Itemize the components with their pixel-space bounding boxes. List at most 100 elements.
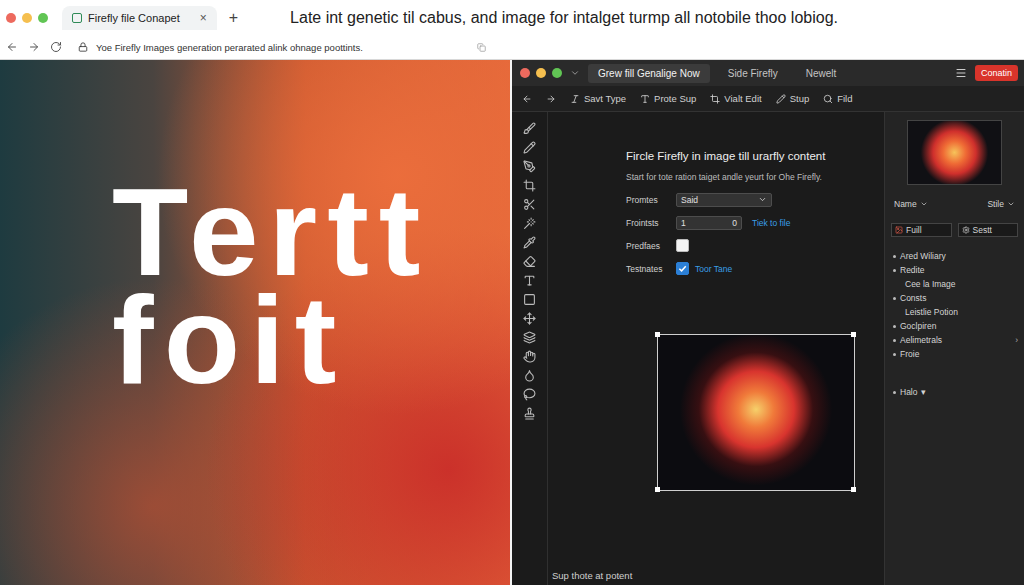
checkbox[interactable] <box>676 262 689 275</box>
page: Firefly file Conapet×+Late int genetic t… <box>0 0 1024 585</box>
new-tab-button[interactable]: + <box>225 9 242 27</box>
menu-icon[interactable] <box>955 67 967 79</box>
zoom-dot[interactable] <box>38 13 48 23</box>
app-tab[interactable]: Side Firefly <box>718 64 788 83</box>
pipette-icon[interactable] <box>523 236 536 249</box>
image-icon <box>895 226 903 234</box>
search-icon <box>823 94 833 104</box>
tool-column <box>512 112 548 585</box>
toolbar-label: Savt Type <box>584 93 626 104</box>
action-button[interactable]: Conatin <box>975 65 1018 81</box>
app-body: Fircle Firefly in image till urarfly con… <box>512 112 1024 585</box>
mini-select[interactable]: Name <box>891 197 931 211</box>
lock-icon <box>78 42 88 52</box>
toolbar-label: Prote Sup <box>654 93 696 104</box>
hand-icon[interactable] <box>523 350 536 363</box>
back-icon[interactable] <box>6 41 18 53</box>
droplet-icon[interactable] <box>523 369 536 382</box>
toolbar-item[interactable]: Prote Sup <box>640 93 696 104</box>
forward-icon[interactable] <box>28 41 40 53</box>
tab-row: Firefly file Conapet×+Late int genetic t… <box>0 0 1024 35</box>
number-field[interactable]: 10 <box>676 216 742 230</box>
square-icon[interactable] <box>523 293 536 306</box>
tree-label: Consts <box>900 293 926 303</box>
minimize-dot[interactable] <box>22 13 32 23</box>
close-dot[interactable] <box>6 13 16 23</box>
app-tab[interactable]: Grew fill Genalige Now <box>588 64 710 83</box>
tree-item[interactable]: Froie <box>891 349 1018 359</box>
tree-suffix: › <box>1015 335 1018 345</box>
mini-input[interactable]: Fuill <box>891 223 952 237</box>
mini-input[interactable]: Sestt <box>958 223 1019 237</box>
layers-icon[interactable] <box>523 331 536 344</box>
app-minimize-dot[interactable] <box>536 68 546 78</box>
reload-icon[interactable] <box>50 41 62 53</box>
panel-subtitle: Start for tote ration taiget andle yeurt… <box>626 172 884 182</box>
toolbar-item[interactable]: Savt Type <box>570 93 626 104</box>
file-link[interactable]: Tiek to file <box>752 218 790 228</box>
toolbar-label: Vialt Edit <box>724 93 761 104</box>
resize-handle[interactable] <box>655 487 660 492</box>
footer-text: Sup thote at potent <box>548 570 884 585</box>
wand-icon[interactable] <box>523 217 536 230</box>
tree-item[interactable]: Consts <box>891 293 1018 303</box>
bullet-icon <box>893 391 896 394</box>
select-field[interactable]: Said <box>676 193 772 207</box>
center-panel: Fircle Firefly in image till urarfly con… <box>548 112 884 585</box>
tree-item[interactable]: Leistlie Potion <box>891 307 1018 317</box>
favicon-icon <box>72 13 82 23</box>
resize-handle[interactable] <box>851 332 856 337</box>
move-icon[interactable] <box>523 312 536 325</box>
tree-label: Leistlie Potion <box>905 307 958 317</box>
toolbar-item[interactable]: Stup <box>776 93 810 104</box>
hero-line: foit <box>112 286 510 394</box>
mini-select-label: Name <box>894 199 917 209</box>
resize-handle[interactable] <box>655 332 660 337</box>
check-icon <box>678 264 687 273</box>
canvas-image[interactable] <box>657 334 855 491</box>
scissors-icon[interactable] <box>523 198 536 211</box>
tree-item[interactable]: Aelimetrals› <box>891 335 1018 345</box>
thumbnail-image[interactable] <box>907 120 1002 185</box>
crop-icon[interactable] <box>523 179 536 192</box>
tab-close[interactable]: × <box>200 11 207 25</box>
panel-title: Fircle Firefly in image till urarfly con… <box>626 150 884 162</box>
undo-icon[interactable] <box>522 94 532 104</box>
gear-icon <box>962 226 970 234</box>
toolbar-item[interactable]: Vialt Edit <box>710 93 761 104</box>
tab-title: Firefly file Conapet <box>88 12 180 24</box>
tree-item[interactable]: Goclpiren <box>891 321 1018 331</box>
app-close-dot[interactable] <box>520 68 530 78</box>
browser-bar: Firefly file Conapet×+Late int genetic t… <box>0 0 1024 60</box>
mini-input-value: Fuill <box>906 225 922 235</box>
address-field[interactable]: Yoe Firefly Images generation perarated … <box>72 40 492 55</box>
stamp-icon[interactable] <box>523 407 536 420</box>
halo-item[interactable]: Halo▾ <box>891 387 1018 397</box>
eraser-icon[interactable] <box>523 255 536 268</box>
lasso-icon[interactable] <box>523 388 536 401</box>
app-tab[interactable]: Newelt <box>796 64 847 83</box>
chevron-icon[interactable] <box>570 68 580 78</box>
type-icon[interactable] <box>523 274 536 287</box>
redo-icon[interactable] <box>546 94 556 104</box>
mini-select[interactable]: Stile <box>984 197 1018 211</box>
tree-item[interactable]: Cee la Image <box>891 279 1018 289</box>
app-window: Grew fill Genalige Now Side Firefly Newelt… <box>512 60 1024 585</box>
tree-label: Froie <box>900 349 919 359</box>
copy-icon[interactable] <box>477 43 486 52</box>
select-value: Said <box>681 195 698 205</box>
resize-handle[interactable] <box>851 487 856 492</box>
app-zoom-dot[interactable] <box>552 68 562 78</box>
pencil-icon[interactable] <box>523 141 536 154</box>
tree-item[interactable]: Redite <box>891 265 1018 275</box>
inspector-selects: Name Stile <box>891 197 1018 211</box>
checkbox-text: Toor Tane <box>695 264 732 274</box>
toolbar-item[interactable]: Fild <box>823 93 852 104</box>
halo-label: Halo <box>900 387 917 397</box>
pen-icon[interactable] <box>523 160 536 173</box>
tree-item[interactable]: Ared Wiliary <box>891 251 1018 261</box>
checkbox[interactable] <box>676 239 689 252</box>
brush-icon[interactable] <box>523 122 536 135</box>
inspector: Name Stile Fuill Sestt Ared Wiliary Redite Cee… <box>884 112 1024 585</box>
browser-tab[interactable]: Firefly file Conapet × <box>62 6 217 30</box>
